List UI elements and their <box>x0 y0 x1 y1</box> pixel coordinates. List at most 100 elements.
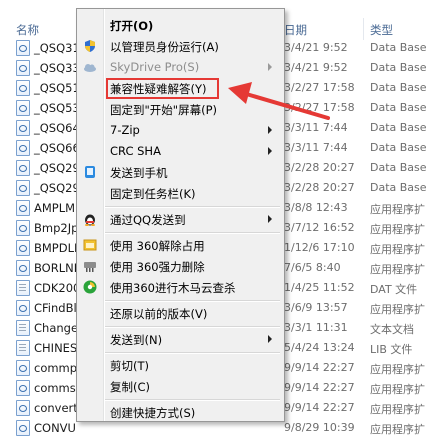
menu-item-label: 打开(O) <box>110 19 154 33</box>
file-type: 应用程序扩 <box>370 383 425 396</box>
cloud-icon <box>83 60 97 74</box>
file-type: Data Base <box>370 101 427 114</box>
file-name: AMPLM <box>34 201 76 215</box>
file-date: 3/3/11 7:44 <box>284 141 348 154</box>
file-type: Data Base <box>370 61 427 74</box>
submenu-arrow-icon <box>268 335 272 343</box>
text-file-icon <box>16 280 30 296</box>
menu-item[interactable]: 发送到(N) <box>77 329 284 349</box>
menu-item-label: 创建快捷方式(S) <box>110 406 196 420</box>
file-type: Data Base <box>370 181 427 194</box>
submenu-arrow-icon <box>268 215 272 223</box>
file-date: 3/2/28 20:27 <box>284 161 355 174</box>
file-icon <box>16 420 30 436</box>
file-date: 3/7/12 16:52 <box>284 221 355 234</box>
menu-item-label: 还原以前的版本(V) <box>110 307 208 321</box>
menu-item[interactable]: 使用 360解除占用 <box>77 235 284 255</box>
menu-item-label: 7-Zip <box>110 123 140 137</box>
file-type: Data Base <box>370 161 427 174</box>
file-icon <box>16 120 30 136</box>
menu-item-label: 复制(C) <box>110 380 151 394</box>
file-type: Data Base <box>370 141 427 154</box>
file-type: Data Base <box>370 81 427 94</box>
file-type: 应用程序扩 <box>370 403 425 416</box>
unlock-icon <box>83 238 97 252</box>
menu-item-label: CRC SHA <box>110 144 161 158</box>
phone-icon <box>83 165 97 179</box>
file-type: 应用程序扩 <box>370 223 425 236</box>
menu-separator <box>105 206 280 208</box>
menu-item[interactable]: 还原以前的版本(V) <box>77 303 284 323</box>
file-icon <box>16 360 30 376</box>
file-name: convert <box>34 401 78 415</box>
file-icon <box>16 180 30 196</box>
text-file-icon <box>16 340 30 356</box>
file-date: 9/9/14 22:27 <box>284 401 355 414</box>
file-date: 9/9/14 22:27 <box>284 361 355 374</box>
menu-item[interactable]: 发送到手机 <box>77 162 284 182</box>
menu-item-label: 通过QQ发送到 <box>110 213 186 227</box>
menu-separator <box>105 399 280 401</box>
file-type: 应用程序扩 <box>370 363 425 376</box>
file-icon <box>16 100 30 116</box>
menu-item[interactable]: 固定到"开始"屏幕(P) <box>77 99 284 119</box>
menu-item[interactable]: 7-Zip <box>77 120 284 140</box>
annotation-highlight-box <box>106 78 219 99</box>
file-date: 3/2/27 17:58 <box>284 101 355 114</box>
file-name: CONVU <box>34 421 76 435</box>
submenu-arrow-icon <box>268 126 272 134</box>
submenu-arrow-icon <box>268 63 272 71</box>
menu-item[interactable]: SkyDrive Pro(S) <box>77 57 284 77</box>
qq-penguin-icon <box>83 212 97 226</box>
file-name: _QSQ53 <box>34 101 80 115</box>
menu-item[interactable]: 打开(O) <box>77 15 284 35</box>
menu-item[interactable]: 复制(C) <box>77 376 284 396</box>
file-date: 3/4/21 9:52 <box>284 61 348 74</box>
column-divider[interactable] <box>363 18 364 40</box>
menu-item-label: 使用360进行木马云查杀 <box>110 281 236 295</box>
file-icon <box>16 220 30 236</box>
file-date: 1/12/6 17:10 <box>284 241 355 254</box>
file-name: BMPDLL <box>34 241 81 255</box>
file-name: _QSQ29 <box>34 181 80 195</box>
file-icon <box>16 380 30 396</box>
file-name: CFindBl <box>34 301 77 315</box>
file-date: 7/6/5 8:40 <box>284 261 341 274</box>
file-icon <box>16 40 30 56</box>
menu-item[interactable]: 剪切(T) <box>77 355 284 375</box>
file-name: comms. <box>34 381 80 395</box>
file-icon <box>16 260 30 276</box>
menu-item[interactable]: 使用360进行木马云查杀 <box>77 277 284 297</box>
file-name: _QSQ29 <box>34 161 80 175</box>
file-type: LIB 文件 <box>370 343 413 356</box>
360-shield-icon <box>83 280 97 294</box>
file-date: 3/6/9 13:57 <box>284 301 348 314</box>
file-date: 9/8/29 10:39 <box>284 421 355 434</box>
file-type: 应用程序扩 <box>370 243 425 256</box>
file-type: Data Base <box>370 41 427 54</box>
menu-item-label: 固定到任务栏(K) <box>110 187 196 201</box>
file-date: 3/4/21 9:52 <box>284 41 348 54</box>
file-icon <box>16 240 30 256</box>
menu-item-label: 发送到手机 <box>110 166 168 180</box>
menu-item[interactable]: 以管理员身份运行(A) <box>77 36 284 56</box>
file-icon <box>16 140 30 156</box>
file-name: _QSQ33 <box>34 61 80 75</box>
file-date: 3/2/27 17:58 <box>284 81 355 94</box>
menu-item[interactable]: 固定到任务栏(K) <box>77 183 284 203</box>
file-name: Bmp2Jp <box>34 221 79 235</box>
context-menu: 打开(O) 以管理员身份运行(A) SkyDrive Pro(S) 兼容性疑难解答(Y… <box>76 8 285 422</box>
file-date: 5/4/24 13:24 <box>284 341 355 354</box>
file-date: 9/9/14 22:27 <box>284 381 355 394</box>
menu-item[interactable]: CRC SHA <box>77 141 284 161</box>
file-type: 应用程序扩 <box>370 303 425 316</box>
file-icon <box>16 400 30 416</box>
menu-item-label: 固定到"开始"屏幕(P) <box>110 103 217 117</box>
file-name: CDK200 <box>34 281 81 295</box>
menu-item[interactable]: 通过QQ发送到 <box>77 209 284 229</box>
file-type: 应用程序扩 <box>370 203 425 216</box>
menu-item[interactable]: 使用 360强力删除 <box>77 256 284 276</box>
file-name: _QSQ66 <box>34 141 80 155</box>
menu-separator <box>105 326 280 328</box>
menu-item[interactable]: 创建快捷方式(S) <box>77 402 284 422</box>
